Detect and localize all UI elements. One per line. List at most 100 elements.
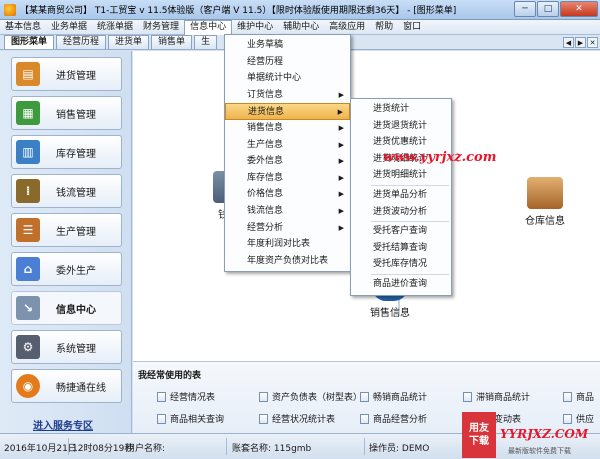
menu-item-business-analysis[interactable]: 经营分析 ▶: [225, 220, 350, 237]
submenu-item-purchase-price-query[interactable]: 商品进价查询: [351, 276, 451, 293]
menu-stat-docs[interactable]: 统涨单据: [92, 20, 138, 35]
tab-purchase-order[interactable]: 进货单: [108, 35, 150, 49]
tab-graphic-menu[interactable]: 图形菜单: [4, 35, 55, 49]
sidebar-item-production[interactable]: ☰ 生产管理: [11, 213, 122, 247]
sidebar-item-system[interactable]: ⚙ 系统管理: [11, 330, 122, 364]
menu-item-business-history[interactable]: 经营历程: [225, 54, 350, 71]
sidebar-item-inventory[interactable]: ▥ 库存管理: [11, 135, 122, 169]
submenu-arrow-icon: ▶: [338, 173, 344, 182]
submenu-arrow-icon: ▶: [338, 223, 344, 232]
menu-item-label: 经营分析: [247, 222, 284, 233]
frequent-table-link[interactable]: 商品经营分析: [360, 412, 427, 425]
sidebar-item-cashflow[interactable]: ⁞ 钱流管理: [11, 174, 122, 208]
tab-scroll-left-icon[interactable]: ◀: [563, 37, 574, 48]
menu-item-inventory-info[interactable]: 库存信息 ▶: [225, 170, 350, 187]
menu-item-label: 价格信息: [247, 189, 284, 200]
close-button[interactable]: ✕: [560, 1, 598, 17]
flow-node-warehouse-info[interactable]: 仓库信息: [525, 177, 565, 227]
menu-item-label: 商品进价查询: [373, 278, 428, 289]
menu-info-center[interactable]: 信息中心: [184, 19, 233, 35]
frequent-table-link[interactable]: 商品相关查询: [157, 412, 224, 425]
document-icon: [563, 391, 572, 402]
sidebar-item-outsourcing[interactable]: ⌂ 委外生产: [11, 252, 122, 286]
frequent-table-link[interactable]: 供应: [563, 412, 594, 425]
tab-close-icon[interactable]: ✕: [587, 37, 598, 48]
submenu-item-purchase-detail-stats-2[interactable]: 进货明细统计: [351, 167, 451, 184]
menu-advanced[interactable]: 高级应用: [324, 20, 370, 35]
menu-item-purchase-info[interactable]: 进货信息 ▶: [225, 103, 350, 120]
app-logo-icon: [4, 3, 16, 16]
frequent-table-link[interactable]: 经营状况统计表: [259, 412, 335, 425]
maximize-button[interactable]: □: [537, 1, 559, 17]
menu-basic-info[interactable]: 基本信息: [0, 20, 46, 35]
menu-item-label: 库存信息: [247, 172, 284, 183]
menu-item-price-info[interactable]: 价格信息 ▶: [225, 186, 350, 203]
status-date: 2016年10月21日: [4, 444, 77, 454]
submenu-item-consignor-query[interactable]: 受托客户查询: [351, 223, 451, 240]
submenu-arrow-icon: ▶: [338, 90, 344, 99]
menu-business-docs[interactable]: 业务单据: [46, 20, 92, 35]
menu-help[interactable]: 帮助: [370, 20, 398, 35]
abacus-icon: ⁞: [16, 179, 40, 203]
document-icon: [157, 391, 166, 402]
submenu-item-purchase-fluctuation-analysis[interactable]: 进货波动分析: [351, 204, 451, 221]
menu-finance[interactable]: 财务管理: [138, 20, 184, 35]
menu-maintenance[interactable]: 维护中心: [232, 20, 278, 35]
frequent-table-link[interactable]: 经营情况表: [157, 390, 215, 403]
sidebar-item-info-center[interactable]: ↘ 信息中心: [11, 291, 122, 325]
document-icon: [563, 413, 572, 424]
tab-business-history[interactable]: 经营历程: [56, 35, 107, 49]
submenu-item-purchase-discount-stats[interactable]: 进货优惠统计: [351, 134, 451, 151]
sidebar-item-purchase[interactable]: ▤ 进货管理: [11, 57, 122, 91]
frequent-table-label: 商品经营分析: [373, 415, 428, 425]
sidebar-item-label: 信息中心: [56, 304, 96, 316]
menu-item-outsourcing-info[interactable]: 委外信息 ▶: [225, 153, 350, 170]
menu-item-cashflow-info[interactable]: 钱流信息 ▶: [225, 203, 350, 220]
minimize-button[interactable]: ─: [514, 1, 536, 17]
frequent-table-link[interactable]: 资产负债表（树型表）: [259, 390, 362, 403]
cart-icon: ▦: [16, 101, 40, 125]
frequent-table-label: 经营情况表: [170, 393, 216, 403]
tab-production[interactable]: 生: [194, 35, 218, 49]
status-divider: [226, 438, 227, 455]
submenu-item-purchase-detail-stats[interactable]: 进货明细统计: [351, 151, 451, 168]
submenu-item-consignment-settlement-query[interactable]: 受托结算查询: [351, 240, 451, 257]
info-center-menu: 业务草稿 经营历程 单据统计中心 订货信息 ▶ 进货信息 ▶ 销售信息 ▶ 生产信息 ▶…: [224, 34, 351, 273]
sidebar-item-chanjet-online[interactable]: ◉ 畅捷通在线: [11, 369, 122, 403]
sidebar-item-label: 生产管理: [56, 226, 96, 238]
menu-item-production-info[interactable]: 生产信息 ▶: [225, 137, 350, 154]
menu-window[interactable]: 窗口: [398, 20, 426, 35]
menu-bar: 基本信息 业务单据 统涨单据 财务管理 信息中心 维护中心 辅助中心 高级应用 …: [0, 19, 600, 35]
submenu-arrow-icon: ▶: [338, 206, 344, 215]
menu-item-label: 进货波动分析: [373, 206, 428, 217]
submenu-item-purchase-stats[interactable]: 进货统计: [351, 101, 451, 118]
frequent-tables-title: 我经常使用的表: [138, 371, 202, 381]
submenu-arrow-icon: ▶: [338, 123, 344, 132]
chart-doc-icon: ↘: [16, 296, 40, 320]
sidebar-item-label: 委外生产: [56, 265, 96, 277]
sidebar-item-label: 库存管理: [56, 148, 96, 160]
menu-item-business-draft[interactable]: 业务草稿: [225, 37, 350, 54]
menu-item-order-info[interactable]: 订货信息 ▶: [225, 87, 350, 104]
service-zone-link[interactable]: 进入服务专区: [33, 417, 93, 432]
status-divider: [68, 438, 69, 455]
site-name-watermark: YYRJXZ.COM: [500, 427, 589, 441]
stamp-text-top: 用友: [469, 423, 489, 434]
menu-item-sales-info[interactable]: 销售信息 ▶: [225, 120, 350, 137]
menu-auxiliary[interactable]: 辅助中心: [278, 20, 324, 35]
sidebar-item-sales[interactable]: ▦ 销售管理: [11, 96, 122, 130]
document-icon: [259, 391, 268, 402]
frequent-table-link[interactable]: 商品: [563, 390, 594, 403]
submenu-item-purchase-item-analysis[interactable]: 进货单品分析: [351, 187, 451, 204]
menu-item-annual-profit-compare[interactable]: 年度利润对比表: [225, 236, 350, 253]
menu-item-annual-balance-compare[interactable]: 年度资产负债对比表: [225, 253, 350, 270]
tab-sales-order[interactable]: 销售单: [151, 35, 193, 49]
tab-scroll-right-icon[interactable]: ▶: [575, 37, 586, 48]
warehouse-grid-icon: ▥: [16, 140, 40, 164]
menu-item-doc-stats-center[interactable]: 单据统计中心: [225, 70, 350, 87]
submenu-item-purchase-return-stats[interactable]: 进货退货统计: [351, 118, 451, 135]
frequent-table-link[interactable]: 滞销商品统计: [463, 390, 530, 403]
submenu-item-consignment-stock[interactable]: 受托库存情况: [351, 256, 451, 273]
frequent-table-link[interactable]: 畅销商品统计: [360, 390, 427, 403]
drawer-icon: ☰: [16, 218, 40, 242]
